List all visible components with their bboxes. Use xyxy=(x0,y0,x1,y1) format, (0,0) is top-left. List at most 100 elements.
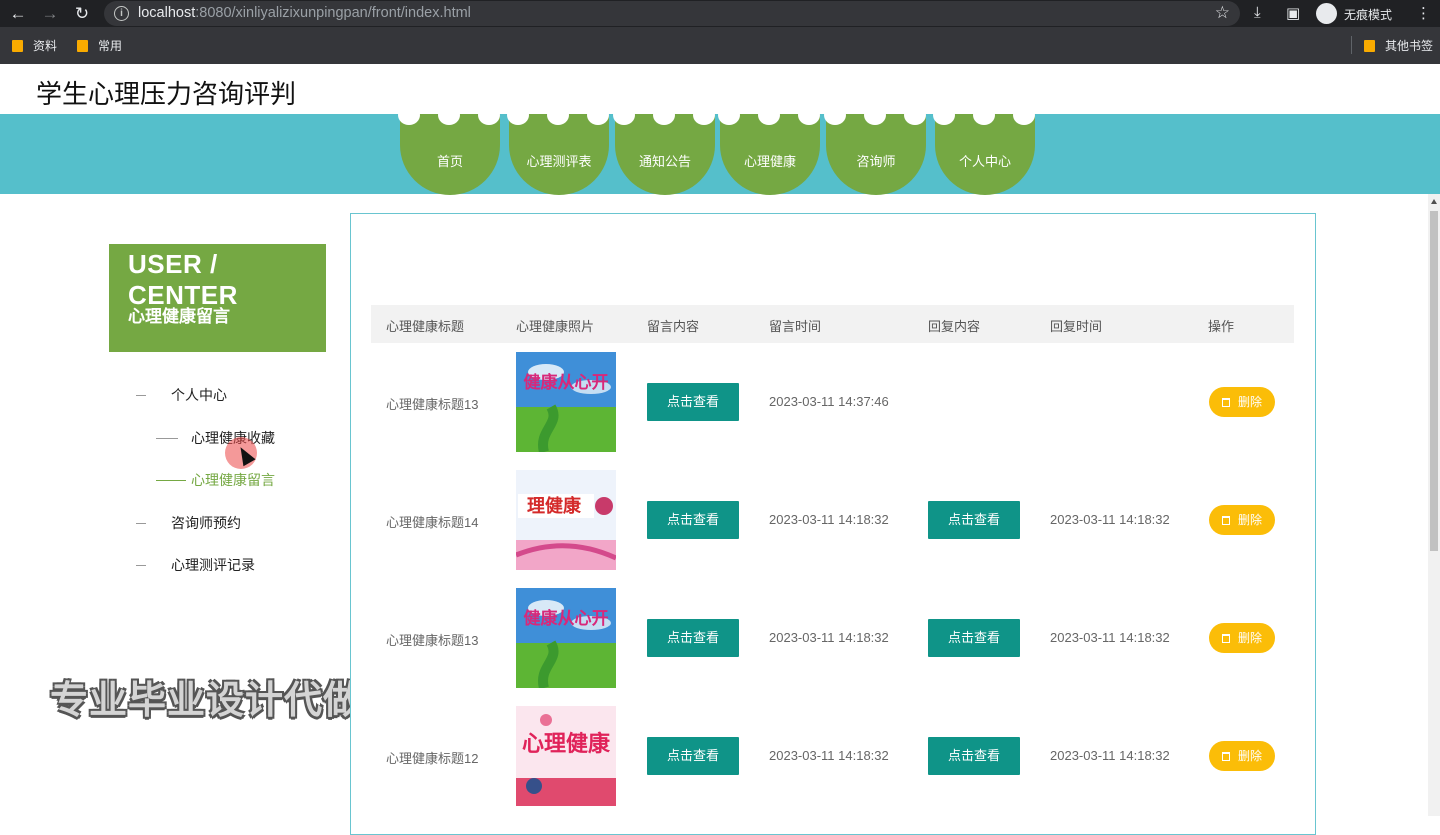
health-photo[interactable]: 心理健康 xyxy=(516,706,616,806)
browser-toolbar: ← → ↻ i localhost:8080/xinliyalizixunpin… xyxy=(0,0,1440,27)
delete-button[interactable]: 删除 xyxy=(1209,387,1275,417)
bookmark-star-icon[interactable]: ☆ xyxy=(1215,3,1230,23)
url-path: :8080/xinliyalizixunpingpan/front/index.… xyxy=(195,5,471,21)
tab-bump xyxy=(718,105,740,125)
column-header: 操作 xyxy=(1208,319,1235,334)
sidebar-item-label: 心理健康留言 xyxy=(191,472,275,488)
table-row: 心理健康标题14 理健康 点击查看 2023-03-11 14:18:32 点击… xyxy=(371,461,1294,579)
photo-caption: 理健康 xyxy=(527,495,582,517)
watermark-text: 专业毕业设计代做 xyxy=(50,680,363,722)
menu-dash xyxy=(136,522,146,524)
bookmarks-bar: 资料 常用 其他书签 xyxy=(0,27,1440,64)
sidebar-item-favorites[interactable]: 心理健康收藏 xyxy=(156,428,275,448)
trash-icon xyxy=(1221,634,1230,643)
scroll-up-icon[interactable] xyxy=(1431,199,1437,204)
photo-caption: 心理健康 xyxy=(522,731,611,757)
photo-art: 健康从心开 xyxy=(516,588,616,688)
message-time: 2023-03-11 14:18:32 xyxy=(769,512,889,527)
address-bar[interactable]: i localhost:8080/xinliyalizixunpingpan/f… xyxy=(104,1,1240,26)
photo-art: 理健康 xyxy=(516,470,616,570)
tab-bump xyxy=(693,105,715,125)
sidebar-item-profile[interactable]: 个人中心 xyxy=(136,385,227,405)
sidebar-item-label: 个人中心 xyxy=(171,387,227,403)
other-bookmarks[interactable]: 其他书签 xyxy=(1364,37,1433,54)
view-reply-button[interactable]: 点击查看 xyxy=(928,501,1020,539)
page-scrollbar[interactable] xyxy=(1428,194,1440,816)
menu-icon[interactable]: ⋮ xyxy=(1416,4,1431,22)
delete-button[interactable]: 删除 xyxy=(1209,623,1275,653)
forward-icon[interactable]: → xyxy=(40,4,60,24)
tab-bump xyxy=(973,105,995,125)
tab-bump xyxy=(613,105,635,125)
delete-button[interactable]: 删除 xyxy=(1209,741,1275,771)
tab-bump xyxy=(438,105,460,125)
bookmark-divider xyxy=(1351,36,1352,54)
sidebar-item-appointments[interactable]: 咨询师预约 xyxy=(136,513,241,533)
column-header: 回复时间 xyxy=(1050,319,1103,334)
trash-icon xyxy=(1221,516,1230,525)
photo-art: 心理健康 xyxy=(516,706,616,806)
url-text: localhost:8080/xinliyalizixunpingpan/fro… xyxy=(138,5,471,21)
column-header: 留言时间 xyxy=(769,319,822,334)
tab-bump xyxy=(798,105,820,125)
column-header: 心理健康标题 xyxy=(386,319,465,334)
download-icon[interactable]: ⤓ xyxy=(1254,4,1261,21)
menu-dash xyxy=(136,564,146,566)
view-message-button[interactable]: 点击查看 xyxy=(647,383,739,421)
column-header: 留言内容 xyxy=(647,319,700,334)
message-time: 2023-03-11 14:18:32 xyxy=(769,748,889,763)
trash-icon xyxy=(1221,398,1230,407)
reply-time: 2023-03-11 14:18:32 xyxy=(1050,630,1170,645)
nav-tab-label: 首页 xyxy=(436,154,463,169)
menu-dash xyxy=(156,479,186,481)
site-title: 学生心理压力咨询评判 xyxy=(36,79,297,109)
sidebar-item-label: 咨询师预约 xyxy=(171,515,241,531)
photo-art: 健康从心开 xyxy=(516,352,616,452)
sidebar-item-label: 心理测评记录 xyxy=(171,557,255,573)
bookmark-label: 常用 xyxy=(98,39,123,53)
url-host: localhost xyxy=(138,5,196,21)
tab-bump xyxy=(864,105,886,125)
sidebar-item-messages[interactable]: 心理健康留言 xyxy=(156,470,275,490)
message-time: 2023-03-11 14:37:46 xyxy=(769,394,889,409)
view-reply-button[interactable]: 点击查看 xyxy=(928,619,1020,657)
delete-button[interactable]: 删除 xyxy=(1209,505,1275,535)
row-title: 心理健康标题13 xyxy=(386,633,479,648)
tab-bump xyxy=(758,105,780,125)
info-icon[interactable]: i xyxy=(114,6,129,21)
table-row: 心理健康标题13 健康从心开 点击查看 2023-03-11 14:18:32 … xyxy=(371,579,1294,697)
view-reply-button[interactable]: 点击查看 xyxy=(928,737,1020,775)
sidebar-item-records[interactable]: 心理测评记录 xyxy=(136,555,255,575)
bookmark-folder[interactable]: 常用 xyxy=(77,37,122,54)
nav-tab-label: 个人中心 xyxy=(958,154,1011,169)
folder-icon xyxy=(12,39,23,52)
incognito-label: 无痕模式 xyxy=(1344,8,1393,22)
back-icon[interactable]: ← xyxy=(8,4,28,24)
view-message-button[interactable]: 点击查看 xyxy=(647,619,739,657)
row-title: 心理健康标题13 xyxy=(386,397,479,412)
tab-bump xyxy=(547,105,569,125)
bookmark-label: 资料 xyxy=(33,39,58,53)
photo-caption: 健康从心开 xyxy=(524,608,609,629)
tab-bump xyxy=(933,105,955,125)
folder-icon xyxy=(77,39,88,52)
bookmark-folder[interactable]: 资料 xyxy=(12,37,57,54)
tab-bump xyxy=(824,105,846,125)
nav-tab-label: 咨询师 xyxy=(856,154,896,169)
trash-icon xyxy=(1221,752,1230,761)
incognito-icon[interactable] xyxy=(1316,3,1337,24)
scrollbar-thumb[interactable] xyxy=(1430,211,1438,551)
tab-bump xyxy=(653,105,675,125)
view-message-button[interactable]: 点击查看 xyxy=(647,501,739,539)
reload-icon[interactable]: ↻ xyxy=(72,4,92,24)
sidepanel-icon[interactable]: ▣ xyxy=(1286,4,1300,22)
tab-bump xyxy=(398,105,420,125)
health-photo[interactable]: 健康从心开 xyxy=(516,352,616,452)
delete-label: 删除 xyxy=(1237,631,1262,645)
health-photo[interactable]: 健康从心开 xyxy=(516,588,616,688)
photo-caption: 健康从心开 xyxy=(524,372,609,393)
tab-bump xyxy=(478,105,500,125)
health-photo[interactable]: 理健康 xyxy=(516,470,616,570)
nav-tab-label: 心理健康 xyxy=(743,154,796,169)
view-message-button[interactable]: 点击查看 xyxy=(647,737,739,775)
